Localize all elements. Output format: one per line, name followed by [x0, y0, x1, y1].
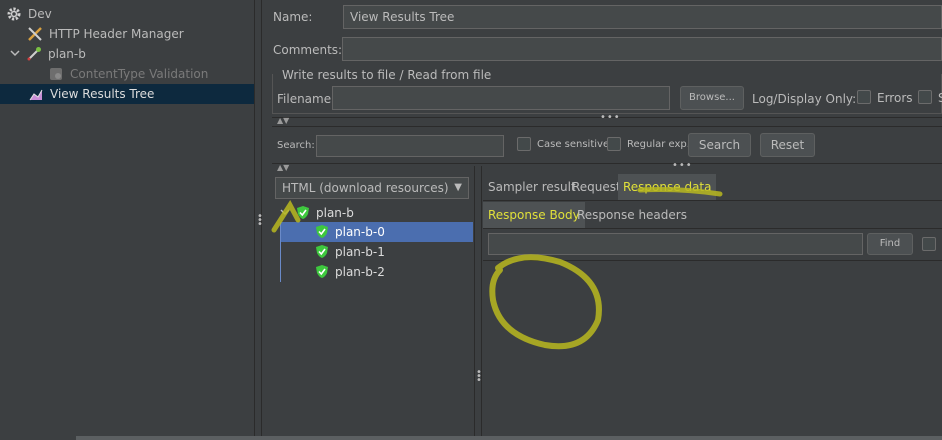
horizontal-scrollbar[interactable] — [76, 436, 942, 440]
tab-response-headers[interactable]: Response headers — [572, 202, 692, 228]
filename-input[interactable] — [332, 86, 670, 110]
splitter-grip[interactable]: • • • — [476, 368, 482, 386]
result-item-label: plan-b-0 — [335, 225, 385, 239]
tree-item-http-header-manager[interactable]: HTTP Header Manager — [27, 24, 184, 44]
find-button[interactable]: Find — [867, 233, 913, 255]
assertion-icon — [48, 66, 64, 82]
tab-label: Response data — [623, 180, 712, 194]
case-sensitive-checkbox[interactable] — [517, 137, 531, 151]
tools-icon — [27, 26, 43, 42]
collapse-arrows-icon[interactable]: ▲▼ — [277, 163, 289, 172]
tree-item-dev[interactable]: Dev — [6, 4, 52, 24]
success-shield-icon — [315, 264, 331, 280]
regex-checkbox[interactable] — [607, 137, 621, 151]
result-item-label: plan-b-1 — [335, 245, 385, 259]
renderer-select[interactable]: HTML (download resources) ▼ — [275, 177, 469, 199]
divider — [272, 126, 942, 127]
tree-item-label: HTTP Header Manager — [49, 27, 184, 41]
divider — [483, 228, 942, 229]
reset-button[interactable]: Reset — [760, 133, 815, 157]
renderer-select-value: HTML (download resources) — [282, 181, 449, 195]
search-button[interactable]: Search — [688, 133, 751, 157]
chevron-down-icon: ▼ — [454, 182, 462, 193]
result-item-label: plan-b-2 — [335, 265, 385, 279]
comments-input[interactable] — [342, 37, 942, 61]
success-shield-icon — [315, 224, 331, 240]
chevron-down-icon[interactable] — [280, 207, 290, 220]
result-item-sample-0[interactable]: plan-b-0 — [281, 222, 473, 242]
test-plan-tree: Dev HTTP Header Manager plan-b ContentTy… — [0, 0, 254, 440]
tree-item-label: Dev — [28, 7, 52, 21]
find-input[interactable] — [488, 233, 863, 255]
errors-checkbox[interactable] — [857, 90, 871, 104]
successes-checkbox[interactable] — [918, 90, 932, 104]
tab-response-data[interactable]: Response data — [618, 174, 717, 200]
result-item-label: plan-b — [316, 206, 354, 220]
splitter-handle-icon[interactable]: ••• — [672, 160, 693, 171]
divider — [483, 200, 942, 201]
tree-item-contenttype-validation[interactable]: ContentType Validation — [48, 64, 208, 84]
response-body-area[interactable] — [483, 261, 942, 436]
dropper-icon — [26, 46, 42, 62]
tree-item-label: View Results Tree — [50, 87, 155, 101]
results-splitter[interactable]: • • • — [474, 166, 482, 440]
successes-label: S — [938, 91, 942, 105]
gear-icon — [6, 6, 22, 22]
search-input[interactable] — [316, 135, 504, 157]
errors-label: Errors — [877, 91, 913, 105]
result-item-root[interactable]: plan-b — [280, 203, 354, 223]
file-group-title: Write results to file / Read from file — [280, 68, 494, 82]
log-display-label: Log/Display Only: — [752, 92, 857, 106]
comments-label: Comments: — [273, 43, 343, 57]
divider — [272, 163, 942, 164]
success-shield-icon — [315, 244, 331, 260]
tab-label: Response Body — [488, 208, 580, 222]
collapse-arrows-icon[interactable]: ▲▼ — [277, 116, 289, 125]
splitter-handle-icon[interactable]: ••• — [600, 112, 621, 123]
filename-label: Filename — [277, 92, 332, 106]
result-item-sample-1[interactable]: plan-b-1 — [281, 242, 385, 262]
regex-label: Regular exp. — [627, 139, 690, 150]
result-item-sample-2[interactable]: plan-b-2 — [281, 262, 385, 282]
search-label: Search: — [277, 140, 315, 151]
main-splitter[interactable]: • • • — [254, 0, 263, 440]
case-sensitive-label: Case sensitive — [537, 139, 610, 150]
chart-icon — [28, 86, 44, 102]
tab-request[interactable]: Request — [567, 174, 626, 200]
find-option-checkbox[interactable] — [922, 237, 936, 251]
name-input[interactable]: View Results Tree — [343, 5, 942, 29]
name-label: Name: — [273, 10, 313, 24]
success-shield-icon — [296, 205, 312, 221]
tree-item-label: ContentType Validation — [70, 67, 209, 81]
tab-response-body[interactable]: Response Body — [483, 202, 585, 228]
tree-item-view-results-tree[interactable]: View Results Tree — [0, 84, 254, 104]
chevron-down-icon[interactable] — [10, 48, 20, 61]
tree-item-label: plan-b — [48, 47, 86, 61]
browse-button[interactable]: Browse... — [680, 86, 744, 110]
tree-item-plan-b[interactable]: plan-b — [10, 44, 86, 64]
